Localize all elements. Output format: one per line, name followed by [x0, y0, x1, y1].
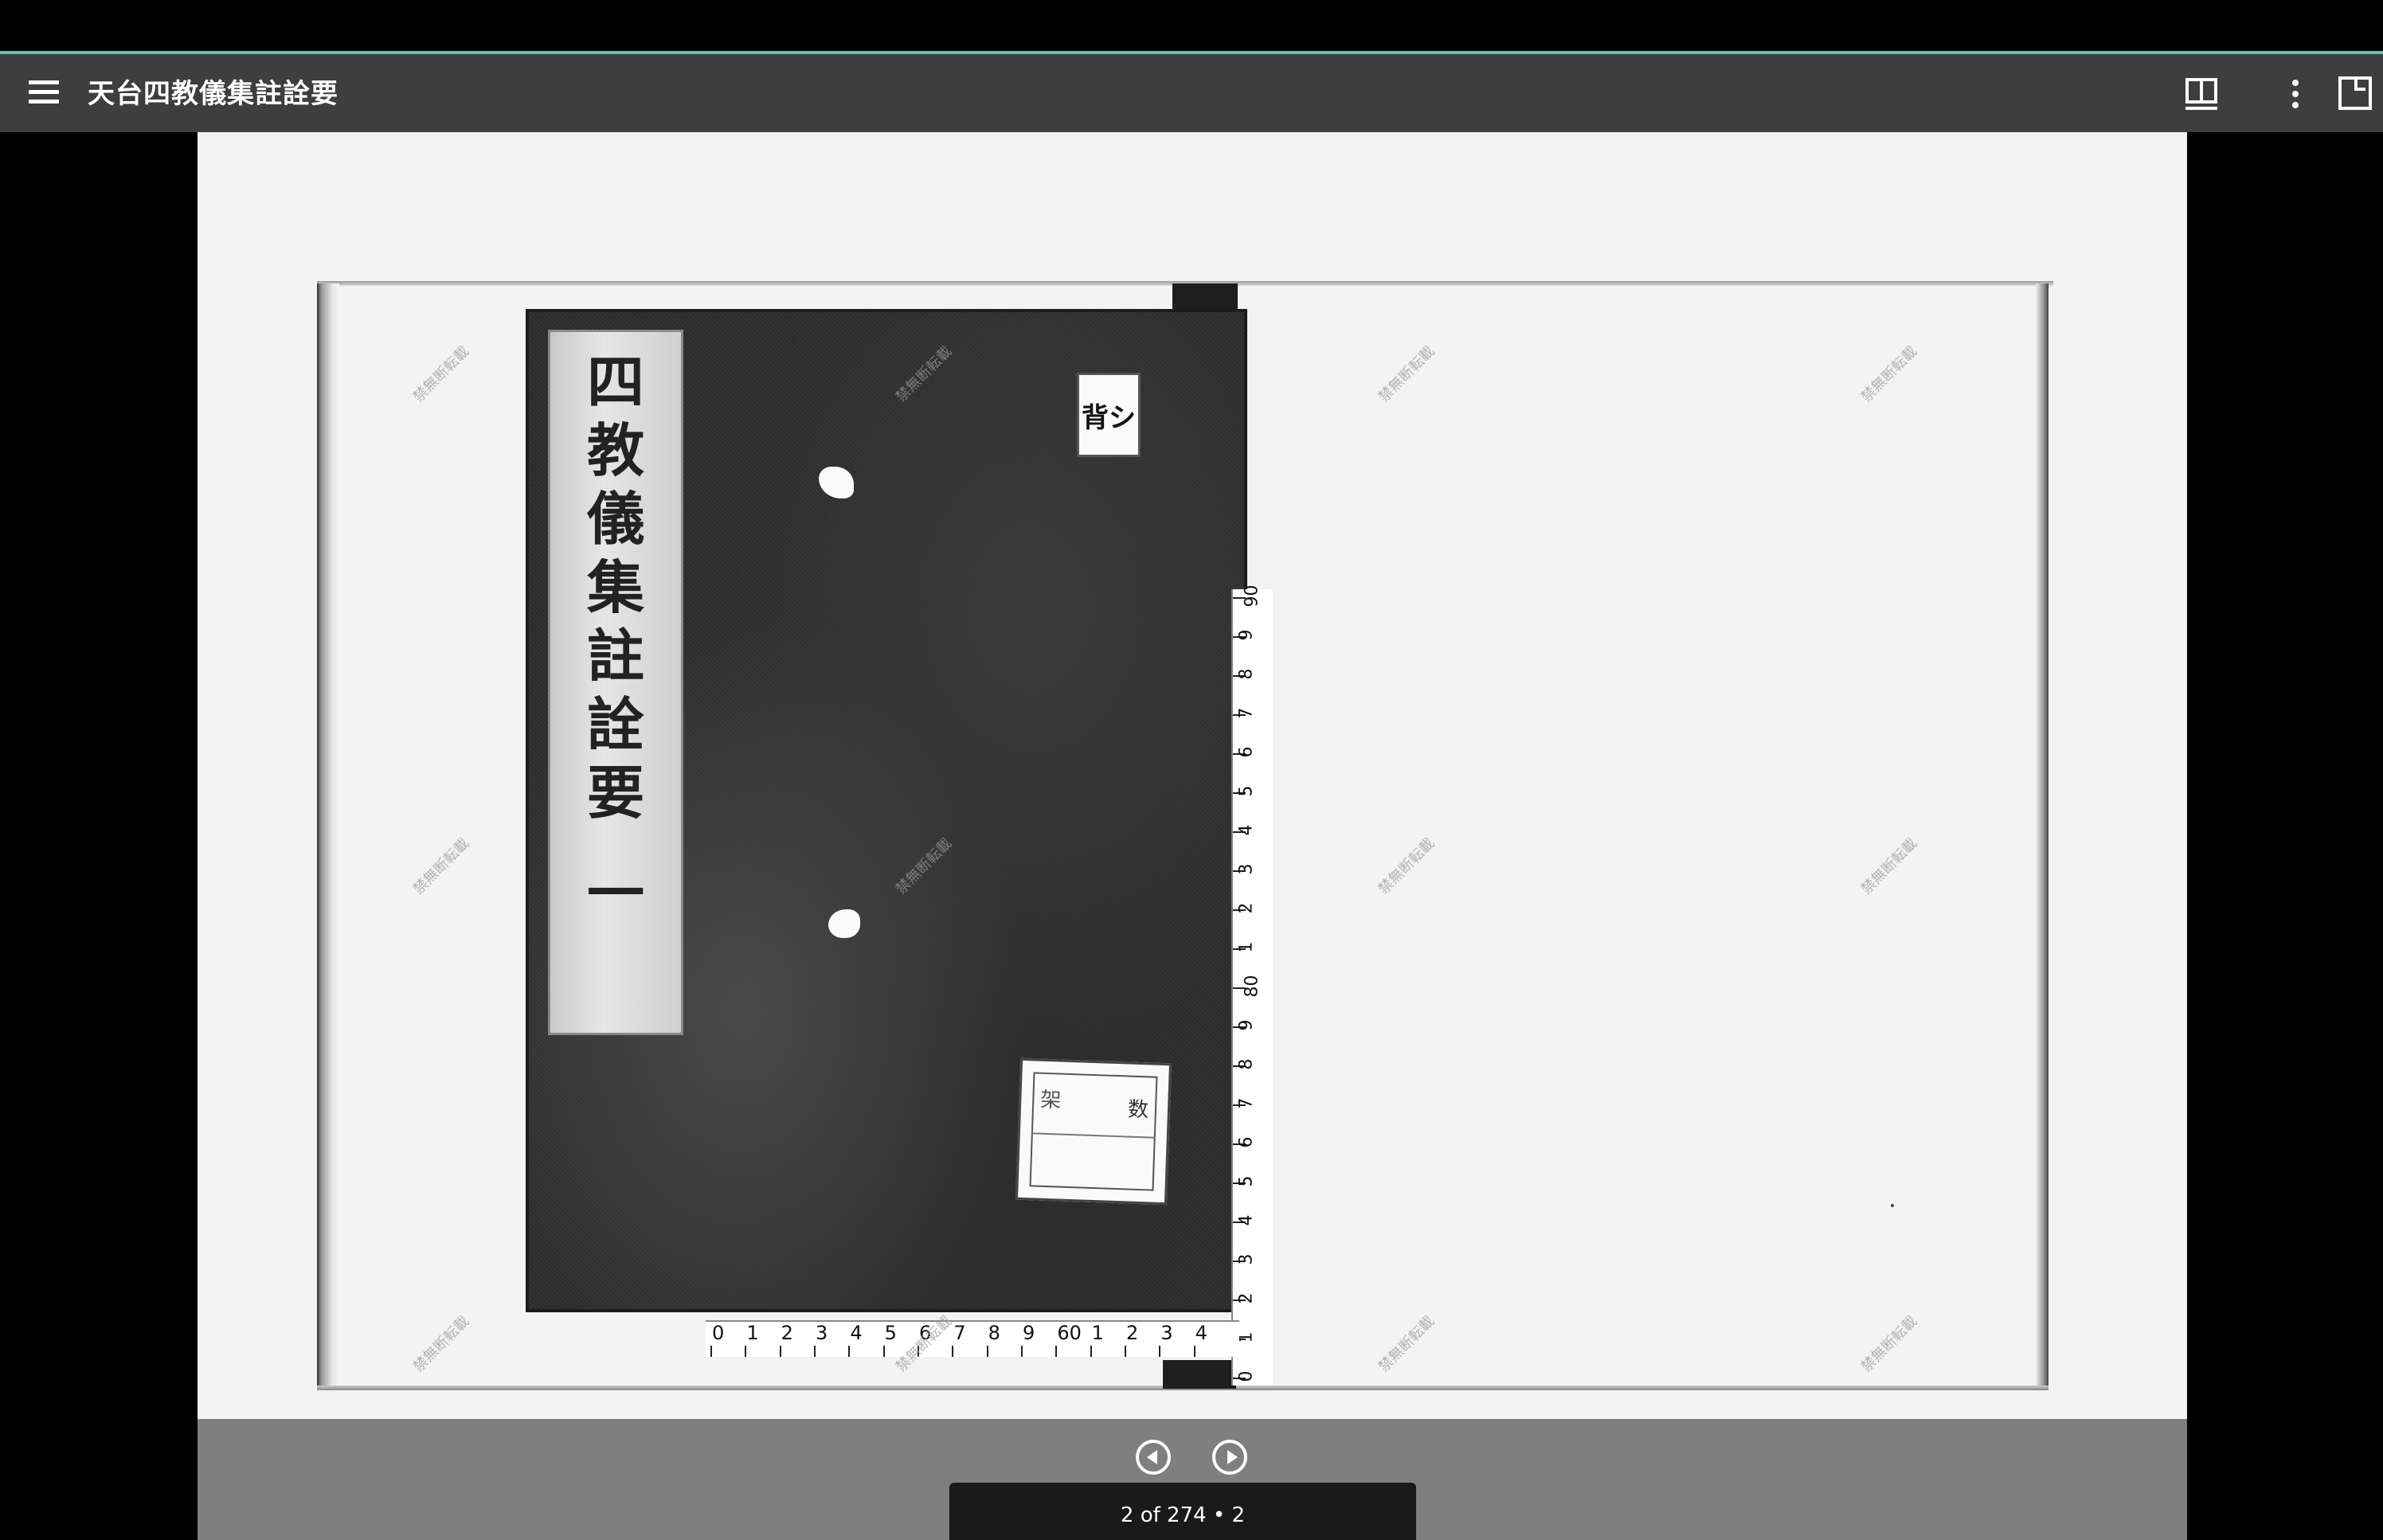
ruler-label: 0 [712, 1322, 725, 1344]
ruler-label: 4 [1195, 1322, 1207, 1344]
ruler-label: 9 [1236, 1019, 1257, 1031]
page-speck [1891, 1204, 1894, 1207]
ruler-label: 5 [1236, 785, 1257, 797]
catalog-label-left: 架 [1039, 1088, 1062, 1113]
cover-corner-bottom [1163, 1360, 1236, 1389]
watermark: 禁無断転載 [1375, 1312, 1438, 1376]
ruler-tick [1055, 1346, 1058, 1357]
page-right-edge [2036, 283, 2048, 1386]
ruler-tick [1125, 1346, 1126, 1357]
watermark: 禁無断転載 [409, 1312, 473, 1376]
shelf-label-top: 背シ [1077, 373, 1141, 457]
ruler-label: 9 [1023, 1322, 1035, 1344]
watermark: 禁無断転載 [409, 834, 473, 898]
ruler-label: 1 [1091, 1322, 1104, 1344]
slip-char: 教 [586, 416, 644, 484]
ruler-label: 9 [1236, 629, 1257, 641]
ruler-label: 5 [884, 1322, 897, 1344]
ruler-label: 2 [1126, 1322, 1139, 1344]
ruler-label: 7 [1236, 1097, 1257, 1109]
catalog-label-right: 数 [1127, 1097, 1149, 1123]
ruler-label: 60 [1057, 1322, 1082, 1344]
watermark: 禁無断転載 [1375, 342, 1438, 406]
slip-char: 註 [586, 622, 644, 690]
fullscreen-icon[interactable] [2334, 72, 2378, 116]
slip-char: 一 [586, 859, 644, 927]
ruler-tick [745, 1346, 747, 1357]
watermark: 禁無断転載 [409, 342, 473, 406]
title-slip: 四 教 儀 集 註 詮 要 一 [548, 330, 683, 1035]
ruler-tick [1159, 1346, 1161, 1357]
ruler-label: 80 [1242, 975, 1262, 998]
page-viewer[interactable]: 四 教 儀 集 註 詮 要 一 背シ 架 数 90 9 8 7 6 5 4 3 2 1 80 9 8 7 6… [198, 132, 2187, 1540]
ruler-label: 8 [1236, 668, 1257, 680]
slip-char: 要 [586, 759, 644, 827]
ruler-label: 5 [1236, 1175, 1257, 1187]
ruler-tick [814, 1346, 816, 1357]
menu-icon[interactable] [24, 75, 64, 111]
book-view-icon[interactable] [2181, 72, 2225, 116]
ruler-label: 1 [746, 1322, 759, 1344]
top-toolbar: 天台四教儀集註詮要 [0, 51, 2383, 132]
ruler-label: 3 [1236, 863, 1257, 875]
slip-char: 四 [586, 348, 644, 416]
ruler-tick [1090, 1346, 1092, 1357]
ruler-label: 6 [1236, 1136, 1257, 1148]
ruler-label: 2 [781, 1322, 793, 1344]
top-black-strip [0, 0, 2383, 51]
ruler-vertical: 90 9 8 7 6 5 4 3 2 1 80 9 8 7 6 5 4 3 2 1 0 [1231, 585, 1273, 1386]
ruler-label: 2 [1236, 1292, 1257, 1304]
page-indicator: 2 of 274 • 2 [1120, 1503, 1246, 1527]
next-page-icon[interactable] [1212, 1440, 1247, 1475]
ruler-label: 3 [1236, 1253, 1257, 1265]
cover-corner-top [1172, 283, 1238, 311]
ruler-tick [882, 1346, 885, 1357]
ruler-label: 90 [1242, 584, 1262, 608]
cover-damage-patch [828, 909, 860, 938]
book-title: 天台四教儀集註詮要 [88, 78, 338, 110]
ruler-tick [710, 1346, 712, 1357]
watermark: 禁無断転載 [1857, 1312, 1921, 1376]
ruler-label: 3 [816, 1322, 828, 1344]
ruler-tick [1193, 1346, 1195, 1357]
ruler-tick [986, 1346, 988, 1357]
watermark: 禁無断転載 [1857, 834, 1921, 898]
slip-char: 儀 [586, 485, 644, 553]
ruler-label: 2 [1236, 902, 1257, 914]
watermark: 禁無断転載 [1857, 342, 1921, 406]
ruler-label: 0 [1236, 1370, 1257, 1382]
watermark: 禁無断転載 [1375, 834, 1438, 898]
ruler-tick [779, 1346, 781, 1357]
ruler-label: 3 [1160, 1322, 1173, 1344]
ruler-label: 1 [1236, 1331, 1257, 1343]
ruler-label: 8 [988, 1322, 1000, 1344]
catalog-label: 架 数 [1015, 1057, 1172, 1206]
ruler-horizontal: 0 1 2 3 4 5 6 7 8 9 60 1 2 3 4 [706, 1320, 1239, 1357]
ruler-label: 8 [1236, 1058, 1257, 1070]
ruler-label: 6 [1236, 746, 1257, 758]
ruler-label: 4 [1236, 824, 1257, 836]
more-vert-icon[interactable] [2273, 72, 2318, 116]
slip-char: 詮 [586, 690, 644, 758]
ruler-tick [952, 1346, 954, 1357]
ruler-label: 1 [1236, 941, 1257, 953]
ruler-label: 4 [850, 1322, 863, 1344]
ruler-label: 4 [1236, 1214, 1257, 1226]
ruler-label: 7 [1236, 707, 1257, 719]
prev-page-icon[interactable] [1136, 1440, 1171, 1475]
bottom-nav-bar: 2 of 274 • 2 [0, 1419, 2383, 1540]
ruler-tick [848, 1346, 851, 1357]
page-left-edge [317, 283, 339, 1390]
slip-char: 集 [586, 553, 644, 621]
ruler-tick [1021, 1346, 1023, 1357]
